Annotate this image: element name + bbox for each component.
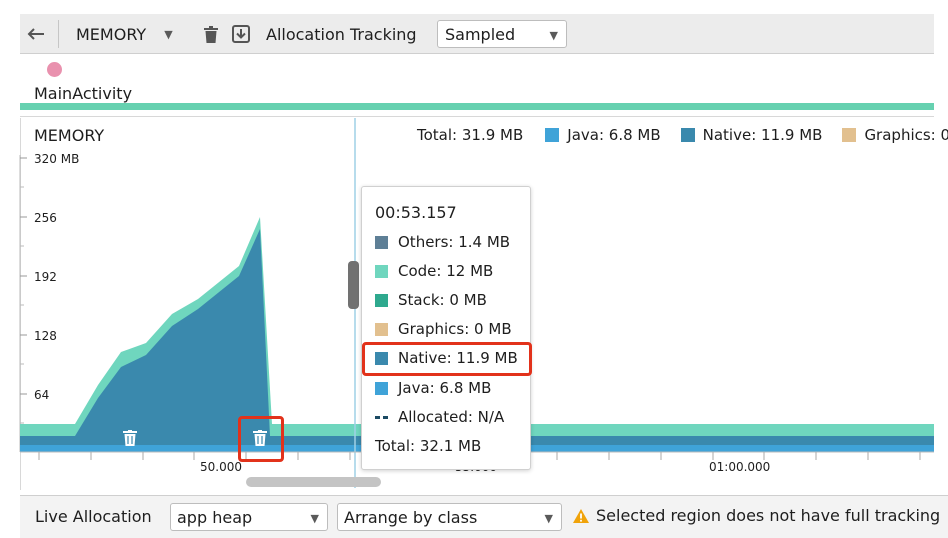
dashed-line-icon [375, 411, 388, 424]
tooltip-swatch [375, 235, 388, 249]
x-tick-label: 50.000 [200, 460, 242, 474]
tooltip-row-others: Others: 1.4 MB [375, 233, 510, 251]
y-tick-label: 192 [34, 270, 57, 284]
tooltip-time: 00:53.157 [375, 203, 457, 222]
tooltip-swatch [375, 293, 388, 307]
timeline-scrollbar[interactable] [246, 477, 381, 487]
tooltip-label: Stack: 0 MB [398, 291, 487, 309]
chevron-down-icon: ▼ [544, 512, 553, 525]
chevron-down-icon: ▼ [310, 512, 319, 525]
splitter-handle[interactable] [348, 261, 359, 309]
native-highlight-box [362, 342, 532, 376]
legend-label: Java: 6.8 MB [567, 126, 661, 144]
heap-select[interactable]: app heap ▼ [170, 503, 328, 531]
tooltip-label: Code: 12 MB [398, 262, 494, 280]
tooltip-label: Graphics: 0 MB [398, 320, 512, 338]
tooltip-label: Java: 6.8 MB [398, 379, 492, 397]
live-allocation-label: Live Allocation [35, 507, 152, 526]
gc-highlight-box [238, 416, 284, 462]
garbage-collection-icon[interactable] [123, 430, 137, 446]
legend-item-graphics: Graphics: 0 MB [842, 126, 948, 144]
y-tick-label: 64 [34, 388, 49, 402]
legend-item-native: Native: 11.9 MB [680, 126, 823, 144]
tooltip-row-graphics: Graphics: 0 MB [375, 320, 512, 338]
y-tick-label: 256 [34, 211, 57, 225]
legend-label: Graphics: 0 MB [864, 126, 948, 144]
legend-swatch [545, 128, 560, 142]
tooltip-total: Total: 32.1 MB [375, 437, 482, 455]
memory-legend: Total: 31.9 MB Java: 6.8 MB Native: 11.9… [417, 126, 948, 144]
y-tick-label: 128 [34, 329, 57, 343]
warning-text: Selected region does not have full track… [596, 506, 941, 525]
arrange-select-value: Arrange by class [344, 507, 478, 527]
y-axis-ticks [20, 157, 27, 424]
arrange-select[interactable]: Arrange by class ▼ [337, 503, 562, 531]
heap-select-value: app heap [177, 507, 253, 527]
tooltip-label: Others: 1.4 MB [398, 233, 511, 251]
legend-swatch [680, 128, 695, 142]
tooltip-row-stack: Stack: 0 MB [375, 291, 487, 309]
legend-item-java: Java: 6.8 MB [545, 126, 661, 144]
memory-tooltip: 00:53.157 Others: 1.4 MB Code: 12 MB Sta… [361, 186, 531, 470]
tooltip-swatch [375, 322, 388, 336]
tooltip-row-allocated: Allocated: N/A [375, 408, 504, 426]
tooltip-swatch [375, 264, 388, 278]
tooltip-row-java: Java: 6.8 MB [375, 379, 491, 397]
legend-total: Total: 31.9 MB [417, 126, 524, 144]
tooltip-label: Allocated: N/A [398, 408, 505, 426]
tooltip-swatch [375, 381, 388, 395]
tracking-warning: Selected region does not have full track… [572, 506, 940, 525]
x-tick-label: 01:00.000 [709, 460, 770, 474]
warning-triangle-icon [573, 508, 589, 523]
y-tick-label: 320 MB [34, 152, 79, 166]
legend-label: Native: 11.9 MB [702, 126, 823, 144]
legend-swatch [842, 128, 857, 142]
tooltip-row-code: Code: 12 MB [375, 262, 493, 280]
memory-chart-title: MEMORY [34, 126, 105, 145]
